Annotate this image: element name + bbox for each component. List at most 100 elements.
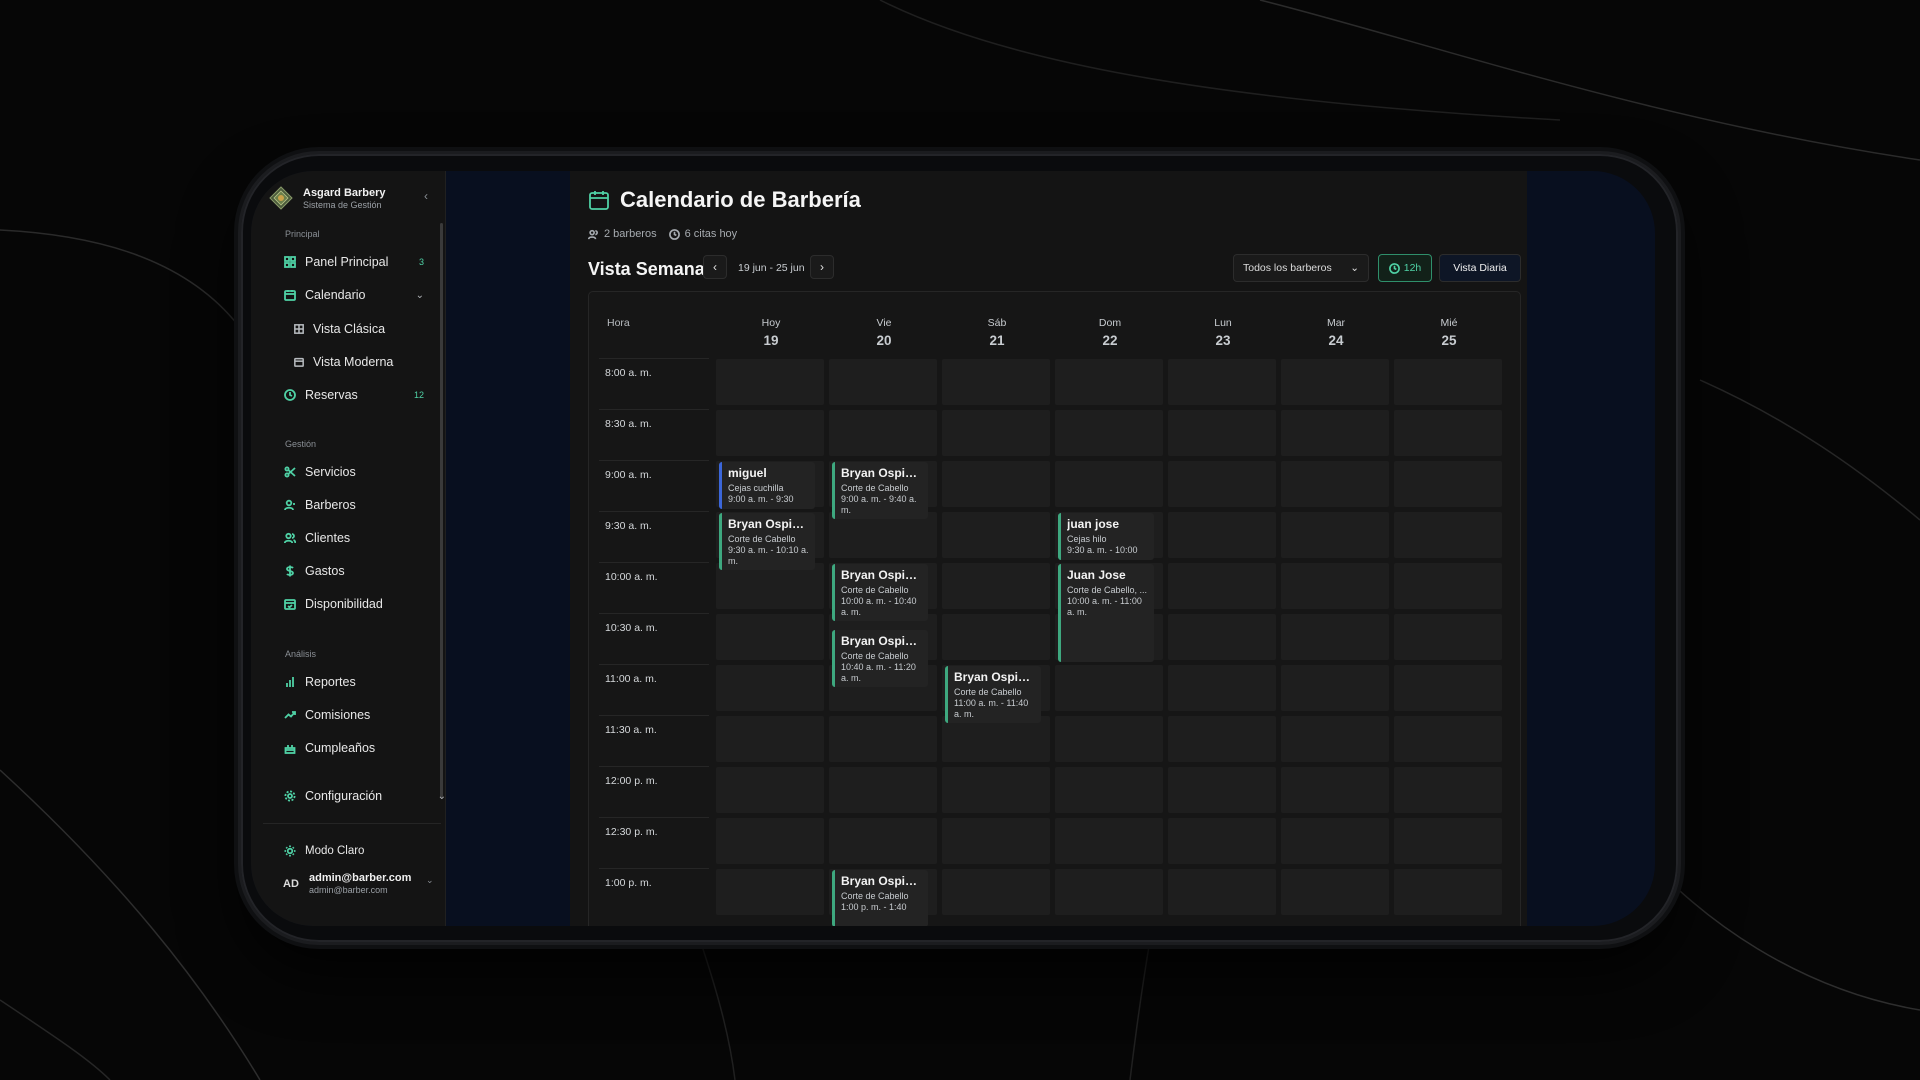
time-slot[interactable] <box>1394 461 1502 507</box>
time-slot[interactable] <box>1281 410 1389 456</box>
time-slot[interactable] <box>1055 461 1163 507</box>
time-slot[interactable] <box>1055 665 1163 711</box>
time-slot[interactable] <box>1281 665 1389 711</box>
sidebar-item-clientes[interactable]: Clientes <box>284 531 424 545</box>
time-slot[interactable] <box>1281 359 1389 405</box>
day-header[interactable]: Sáb 21 <box>942 317 1052 348</box>
time-slot[interactable] <box>1394 512 1502 558</box>
daily-view-button[interactable]: Vista Diaria <box>1439 254 1521 282</box>
time-slot[interactable] <box>1394 818 1502 864</box>
time-slot[interactable] <box>1055 869 1163 915</box>
sidebar-item-gastos[interactable]: Gastos <box>284 564 424 578</box>
time-slot[interactable] <box>1281 716 1389 762</box>
time-slot[interactable] <box>1281 767 1389 813</box>
sidebar-item-vista-moderna[interactable]: Vista Moderna <box>294 355 434 369</box>
time-slot[interactable] <box>829 767 937 813</box>
time-slot[interactable] <box>829 359 937 405</box>
chevron-down-icon[interactable]: ⌄ <box>426 875 434 886</box>
time-slot[interactable] <box>1168 716 1276 762</box>
sidebar-item-disponibilidad[interactable]: Disponibilidad <box>284 597 424 611</box>
time-slot[interactable] <box>1168 359 1276 405</box>
time-slot[interactable] <box>1394 716 1502 762</box>
prev-week-button[interactable]: ‹ <box>703 255 727 279</box>
time-slot[interactable] <box>1281 461 1389 507</box>
day-header[interactable]: Dom 22 <box>1055 317 1165 348</box>
time-slot[interactable] <box>1055 767 1163 813</box>
time-slot[interactable] <box>1281 869 1389 915</box>
sidebar-item-configuracion[interactable]: Configuración ⌄ <box>284 789 446 803</box>
collapse-sidebar-icon[interactable]: ‹ <box>424 189 428 203</box>
time-slot[interactable] <box>1281 818 1389 864</box>
time-slot[interactable] <box>1168 563 1276 609</box>
appointment-card[interactable]: Juan Jose Corte de Cabello, ... 10:00 a. m… <box>1058 564 1154 662</box>
next-week-button[interactable]: › <box>810 255 834 279</box>
day-header[interactable]: Lun 23 <box>1168 317 1278 348</box>
time-slot[interactable] <box>942 461 1050 507</box>
sidebar-item-reportes[interactable]: Reportes <box>284 675 424 689</box>
appointment-card[interactable]: Bryan Ospin... Corte de Cabello 9:00 a. m.… <box>832 462 928 520</box>
time-slot[interactable] <box>1281 614 1389 660</box>
time-slot[interactable] <box>1168 869 1276 915</box>
time-slot[interactable] <box>1168 614 1276 660</box>
time-slot[interactable] <box>1168 410 1276 456</box>
time-slot[interactable] <box>942 512 1050 558</box>
appointment-card[interactable]: Bryan Ospin... Corte de Cabello 10:00 a. m… <box>832 564 928 622</box>
sidebar-item-reservas[interactable]: Reservas 12 <box>284 388 424 402</box>
time-slot[interactable] <box>716 614 824 660</box>
sidebar-scrollbar[interactable] <box>440 223 443 798</box>
sidebar-item-barberos[interactable]: Barberos <box>284 498 424 512</box>
time-slot[interactable] <box>716 716 824 762</box>
time-slot[interactable] <box>1168 767 1276 813</box>
time-slot[interactable] <box>716 818 824 864</box>
time-slot[interactable] <box>942 767 1050 813</box>
day-header[interactable]: Vie 20 <box>829 317 939 348</box>
user-menu[interactable]: AD admin@barber.com admin@barber.com <box>283 872 411 895</box>
appointment-card[interactable]: Bryan Ospin... Corte de Cabello 10:40 a. m… <box>832 630 928 688</box>
time-slot[interactable] <box>1281 512 1389 558</box>
time-slot[interactable] <box>716 665 824 711</box>
time-slot[interactable] <box>829 716 937 762</box>
time-slot[interactable] <box>716 869 824 915</box>
day-header[interactable]: Hoy 19 <box>716 317 826 348</box>
time-slot[interactable] <box>1394 767 1502 813</box>
sidebar-item-calendario[interactable]: Calendario ⌄ <box>284 288 424 302</box>
appointment-card[interactable]: juan jose Cejas hilo 9:30 a. m. - 10:00 <box>1058 513 1154 560</box>
time-slot[interactable] <box>942 410 1050 456</box>
day-header[interactable]: Mar 24 <box>1281 317 1391 348</box>
time-slot[interactable] <box>942 563 1050 609</box>
day-header[interactable]: Mié 25 <box>1394 317 1504 348</box>
time-slot[interactable] <box>1394 665 1502 711</box>
sidebar-item-panel-principal[interactable]: Panel Principal 3 <box>284 255 424 269</box>
appointment-card[interactable]: miguel Cejas cuchilla 9:00 a. m. - 9:30 <box>719 462 815 509</box>
brand[interactable]: Asgard Barbery Sistema de Gestión <box>269 186 386 210</box>
time-slot[interactable] <box>716 767 824 813</box>
time-slot[interactable] <box>829 410 937 456</box>
time-slot[interactable] <box>942 869 1050 915</box>
time-slot[interactable] <box>942 359 1050 405</box>
sidebar-item-cumpleanos[interactable]: Cumpleaños <box>284 741 424 755</box>
appointment-card[interactable]: Bryan Ospin... Corte de Cabello 9:30 a. m.… <box>719 513 815 571</box>
time-slot[interactable] <box>1055 410 1163 456</box>
sidebar-item-servicios[interactable]: Servicios <box>284 465 424 479</box>
time-slot[interactable] <box>1394 563 1502 609</box>
time-slot[interactable] <box>1394 869 1502 915</box>
barber-filter-select[interactable]: Todos los barberos ⌄ <box>1233 254 1369 282</box>
time-slot[interactable] <box>716 410 824 456</box>
time-slot[interactable] <box>1394 359 1502 405</box>
time-slot[interactable] <box>942 614 1050 660</box>
sidebar-item-comisiones[interactable]: Comisiones <box>284 708 424 722</box>
time-slot[interactable] <box>1281 563 1389 609</box>
time-slot[interactable] <box>1055 818 1163 864</box>
time-slot[interactable] <box>1168 818 1276 864</box>
hour-format-toggle[interactable]: 12h <box>1378 254 1432 282</box>
time-slot[interactable] <box>1055 716 1163 762</box>
time-slot[interactable] <box>1394 410 1502 456</box>
sidebar-item-vista-clasica[interactable]: Vista Clásica <box>294 322 434 336</box>
time-slot[interactable] <box>942 818 1050 864</box>
time-slot[interactable] <box>1394 614 1502 660</box>
time-slot[interactable] <box>1055 359 1163 405</box>
time-slot[interactable] <box>1168 512 1276 558</box>
light-mode-toggle[interactable]: Modo Claro <box>284 845 364 857</box>
time-slot[interactable] <box>1168 461 1276 507</box>
time-slot[interactable] <box>1168 665 1276 711</box>
